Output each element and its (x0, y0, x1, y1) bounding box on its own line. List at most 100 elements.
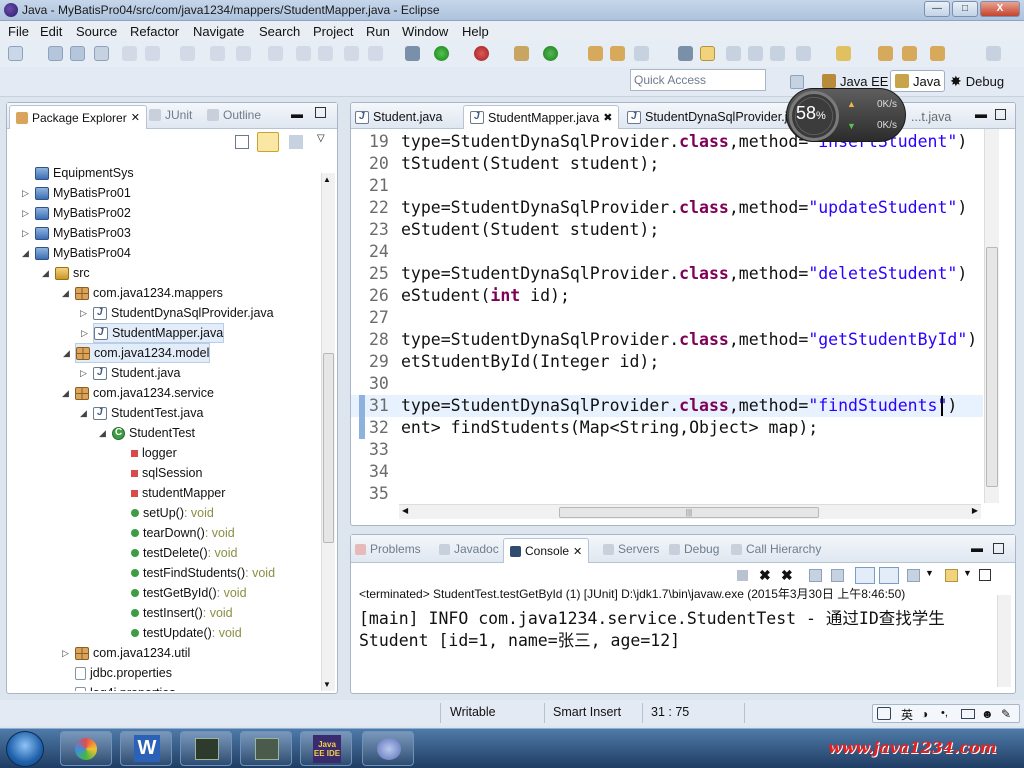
tree-item-studentmapper[interactable]: studentMapper (131, 483, 225, 503)
tree-item-studenttest-java[interactable]: ◢ StudentTest.java (80, 403, 203, 423)
code-line[interactable]: 27 (351, 307, 983, 329)
tree-item-equipmentsys[interactable]: EquipmentSys (35, 163, 134, 183)
remove-launch-icon[interactable]: ✖ (759, 567, 771, 584)
print-icon[interactable] (94, 46, 109, 61)
tree-expander-icon[interactable]: ◢ (22, 248, 29, 259)
start-button[interactable] (6, 731, 44, 767)
minimize-editor-icon[interactable]: ▬ (975, 107, 987, 121)
tree-item-src[interactable]: ◢ src (42, 263, 90, 283)
remove-all-icon[interactable]: ✖ (781, 567, 793, 584)
menu-source[interactable]: Source (76, 24, 117, 39)
suspend-icon[interactable] (296, 46, 311, 61)
code-line[interactable]: 35 (351, 483, 983, 505)
menu-run[interactable]: Run (366, 24, 390, 39)
code-line[interactable]: 23 eStudent(Student student); (351, 219, 983, 241)
perspective-debug[interactable]: ✸ Debug (946, 70, 1008, 92)
maximize-button[interactable]: □ (952, 1, 978, 17)
tree-item-mybatispro04[interactable]: ◢ MyBatisPro04 (22, 243, 131, 263)
tree-expander-icon[interactable]: ▷ (81, 328, 88, 339)
tree-item-testupdate[interactable]: testUpdate() : void (131, 623, 242, 643)
tree-item-teardown[interactable]: tearDown() : void (131, 523, 235, 543)
tab-studentdynasqlprovider-java[interactable]: StudentDynaSqlProvider.java (627, 107, 808, 127)
new-icon[interactable] (8, 46, 23, 61)
moon-icon[interactable]: ◑ (921, 707, 928, 721)
tab-problems[interactable]: Problems (355, 542, 421, 556)
code-line[interactable]: 32 ent> findStudents(Map<String,Object> m… (351, 417, 983, 439)
close-tab-icon[interactable]: ✕ (573, 545, 582, 558)
tree-expander-icon[interactable]: ◢ (62, 288, 69, 299)
debug-tool-icon[interactable] (405, 46, 420, 61)
open-console-chevron-icon[interactable]: ▼ (963, 568, 972, 578)
taskbar-dolphin-app[interactable] (362, 731, 414, 766)
code-line[interactable]: 26 eStudent(int id); (351, 285, 983, 307)
tree-item-sqlsession[interactable]: sqlSession (131, 463, 202, 483)
punct-icon[interactable]: •, (941, 707, 948, 719)
tree-expander-icon[interactable]: ▷ (22, 208, 29, 219)
tab-call-hierarchy[interactable]: Call Hierarchy (731, 542, 821, 556)
undo-icon[interactable] (180, 46, 195, 61)
menu-help[interactable]: Help (462, 24, 489, 39)
tree-item-com-java1234-util[interactable]: ▷ com.java1234.util (62, 643, 190, 663)
search-icon[interactable] (634, 46, 649, 61)
scroll-lock-icon[interactable] (831, 569, 844, 582)
tree-expander-icon[interactable]: ▷ (80, 368, 87, 379)
tree-item-testfindstudents[interactable]: testFindStudents() : void (131, 563, 275, 583)
minimize-console-icon[interactable]: ▬ (971, 541, 983, 555)
tree-expander-icon[interactable]: ▷ (80, 308, 87, 319)
skip-icon[interactable] (268, 46, 283, 61)
code-line[interactable]: 24 (351, 241, 983, 263)
tree-expander-icon[interactable]: ◢ (62, 388, 69, 399)
tree-item-logger[interactable]: logger (131, 443, 177, 463)
new-class-icon[interactable] (543, 46, 558, 61)
tree-item-com-java1234-model[interactable]: ◢ com.java1234.model (63, 343, 211, 363)
tab-studentmapper-java[interactable]: StudentMapper.java ✖ (463, 105, 620, 129)
tree-expander-icon[interactable]: ◢ (80, 408, 87, 419)
tree-item-mybatispro01[interactable]: ▷ MyBatisPro01 (22, 183, 131, 203)
tools-icon[interactable]: ✎ (1001, 707, 1011, 721)
menu-file[interactable]: File (8, 24, 29, 39)
editor-vertical-scrollbar[interactable] (984, 129, 999, 503)
explorer-scroll-thumb[interactable] (323, 353, 334, 543)
view-menu-chevron-icon[interactable]: ▽ (317, 133, 325, 144)
back-nav-icon[interactable] (902, 46, 917, 61)
code-line[interactable]: 29 etStudentById(Integer id); (351, 351, 983, 373)
menu-search[interactable]: Search (259, 24, 300, 39)
minimize-button[interactable]: — (924, 1, 950, 17)
tree-item-log4j-properties[interactable]: log4j.properties (75, 683, 175, 691)
tree-item-jdbc-properties[interactable]: jdbc.properties (75, 663, 172, 683)
pin-icon[interactable] (796, 46, 811, 61)
code-line[interactable]: 33 (351, 439, 983, 461)
highlight-icon[interactable] (700, 46, 715, 61)
tab-outline[interactable]: Outline (207, 108, 261, 122)
editor-vertical-thumb[interactable] (986, 247, 998, 487)
disconnect-icon[interactable] (344, 46, 359, 61)
toolbar-more-icon[interactable] (986, 46, 1001, 61)
tree-item-studentmapper-java[interactable]: ▷ StudentMapper.java (81, 323, 225, 343)
code-area[interactable]: 19 type=StudentDynaSqlProvider.class,meth… (351, 129, 983, 509)
user-icon[interactable]: ☻ (981, 707, 994, 721)
open-folder-icon[interactable] (588, 46, 603, 61)
perspective-java[interactable]: Java (890, 70, 946, 92)
open-type-icon[interactable] (145, 46, 160, 61)
next-annotation-icon[interactable] (678, 46, 693, 61)
display-console-chevron-icon[interactable]: ▼ (925, 568, 934, 578)
forward-nav-icon[interactable] (930, 46, 945, 61)
view-menu-icon[interactable] (289, 135, 303, 149)
scroll-left-icon[interactable]: ◀ (402, 506, 408, 515)
close-tab-icon[interactable]: ✕ (131, 111, 140, 124)
menu-navigate[interactable]: Navigate (193, 24, 244, 39)
explorer-scrollbar[interactable]: ▲ ▼ (321, 173, 335, 691)
tab-console[interactable]: Console ✕ (503, 538, 590, 563)
maximize-console-icon[interactable] (993, 543, 1004, 554)
tab-junit[interactable]: JUnit (149, 108, 192, 122)
scroll-right-icon[interactable]: ▶ (972, 506, 978, 515)
redo-icon[interactable] (210, 46, 225, 61)
tab-hidden-java[interactable]: ...t.java (911, 107, 951, 127)
terminate-icon[interactable] (318, 46, 333, 61)
collapse-all-icon[interactable] (235, 135, 249, 149)
tree-expander-icon[interactable]: ▷ (22, 188, 29, 199)
back-icon[interactable] (236, 46, 251, 61)
run-external-icon[interactable] (474, 46, 489, 61)
open-file-icon[interactable] (610, 46, 625, 61)
close-button[interactable]: X (980, 1, 1020, 17)
